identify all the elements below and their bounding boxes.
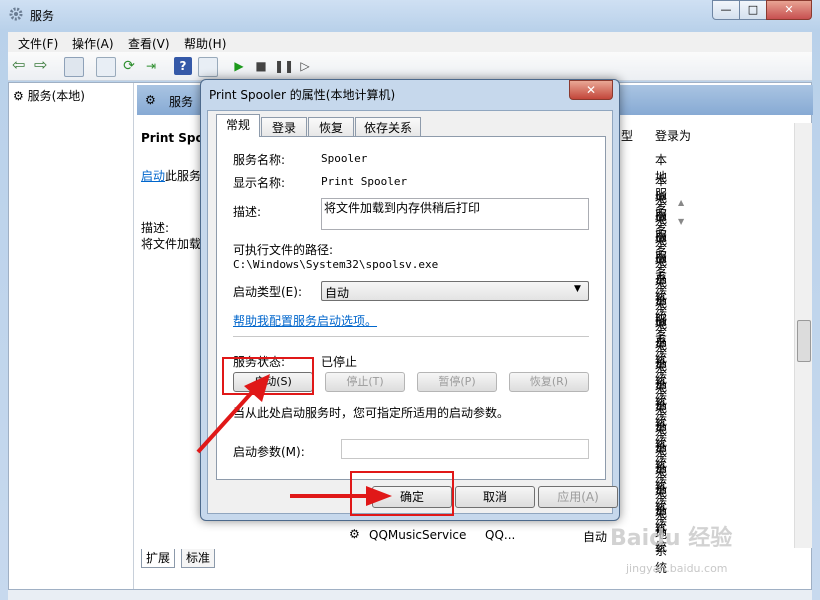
view-icon[interactable] bbox=[198, 57, 218, 77]
gear-icon bbox=[9, 7, 23, 21]
menu-bar: 文件(F) 操作(A) 查看(V) 帮助(H) bbox=[8, 32, 812, 52]
cancel-button[interactable]: 取消 bbox=[455, 486, 535, 508]
service-name-label: 服务名称: bbox=[233, 153, 286, 167]
vertical-scrollbar[interactable] bbox=[794, 123, 812, 548]
dialog-close-button[interactable]: ✕ bbox=[569, 80, 613, 100]
tab-standard[interactable]: 标准 bbox=[181, 549, 216, 568]
menu-file[interactable]: 文件(F) bbox=[18, 35, 58, 52]
minimize-button[interactable]: — bbox=[712, 0, 740, 20]
dialog-title: Print Spooler 的属性(本地计算机) bbox=[209, 88, 396, 102]
column-header-type[interactable]: 型 bbox=[621, 127, 633, 144]
startup-type-label: 启动类型(E): bbox=[233, 285, 302, 299]
display-name-label: 显示名称: bbox=[233, 176, 286, 190]
tab-extended[interactable]: 扩展 bbox=[141, 549, 176, 568]
toolbar: ⇦ ⇨ ⟳ ⇥ ? ▶ ■ ❚❚ ▷ bbox=[8, 52, 812, 81]
start-service-link[interactable]: 启动 bbox=[141, 169, 165, 183]
console-tree-icon[interactable] bbox=[64, 57, 84, 77]
description-label: 描述: bbox=[233, 205, 262, 219]
refresh-icon[interactable]: ⟳ bbox=[120, 57, 138, 75]
last-row-desc: QQ... bbox=[485, 528, 516, 542]
tab-logon[interactable]: 登录 bbox=[261, 117, 307, 137]
stop-icon[interactable]: ■ bbox=[252, 57, 270, 75]
pause-icon[interactable]: ❚❚ bbox=[274, 57, 294, 75]
resume-button[interactable]: 恢复(R) bbox=[509, 372, 589, 392]
description-value: 将文件加载到内存供稍后打印 bbox=[324, 201, 481, 215]
last-row-name: QQMusicService bbox=[369, 528, 467, 542]
start-params-input[interactable] bbox=[341, 439, 589, 459]
service-status-value: 已停止 bbox=[321, 355, 358, 369]
path-value: C:\Windows\System32\spoolsv.exe bbox=[233, 258, 439, 271]
scroll-down-icon[interactable]: ▼ bbox=[678, 217, 684, 226]
detail-header-title: 服务 bbox=[169, 95, 194, 109]
desc-label: 描述: bbox=[141, 221, 170, 235]
pause-button[interactable]: 暂停(P) bbox=[417, 372, 497, 392]
help-icon[interactable]: ? bbox=[174, 57, 192, 75]
arrow-annotation-2-icon bbox=[290, 486, 392, 506]
column-header-login[interactable]: 登录为 bbox=[655, 127, 691, 144]
startup-type-value: 自动 bbox=[325, 286, 350, 300]
tab-general[interactable]: 常规 bbox=[216, 114, 260, 137]
stop-button[interactable]: 停止(T) bbox=[325, 372, 405, 392]
maximize-button[interactable]: □ bbox=[739, 0, 767, 20]
last-row-startup: 自动 bbox=[583, 530, 608, 544]
chevron-down-icon: ▼ bbox=[574, 284, 581, 294]
menu-view[interactable]: 查看(V) bbox=[128, 35, 170, 52]
title-bar: 服务 — □ ✕ bbox=[0, 0, 820, 30]
service-gear-icon: ⚙ bbox=[349, 527, 360, 541]
tab-dependencies[interactable]: 依存关系 bbox=[355, 117, 421, 137]
desc-text: 将文件加载 bbox=[141, 237, 202, 251]
forward-arrow-icon[interactable]: ⇨ bbox=[34, 57, 52, 75]
menu-action[interactable]: 操作(A) bbox=[72, 35, 114, 52]
properties-icon[interactable] bbox=[96, 57, 116, 77]
play-icon[interactable]: ▶ bbox=[230, 57, 248, 75]
watermark-brand: Baidu 经验 bbox=[610, 526, 733, 551]
arrow-annotation-icon bbox=[196, 374, 270, 454]
description-box[interactable]: 将文件加载到内存供稍后打印 ▲ ▼ bbox=[321, 198, 684, 230]
start-service-text: 启动此服务 bbox=[141, 167, 201, 184]
scroll-up-icon[interactable]: ▲ bbox=[678, 198, 684, 207]
start-service-suffix: 此服务 bbox=[165, 169, 202, 183]
help-config-link[interactable]: 帮助我配置服务启动选项。 bbox=[233, 312, 377, 329]
close-button[interactable]: ✕ bbox=[766, 0, 812, 20]
service-name-value: Spooler bbox=[321, 152, 368, 165]
apply-button[interactable]: 应用(A) bbox=[538, 486, 618, 508]
display-name-value: Print Spooler bbox=[321, 175, 408, 188]
export-icon[interactable]: ⇥ bbox=[142, 57, 160, 75]
tree-item-label: 服务(本地) bbox=[27, 89, 85, 103]
separator bbox=[233, 336, 589, 337]
watermark-url: jingyan.baidu.com bbox=[626, 562, 728, 575]
back-arrow-icon[interactable]: ⇦ bbox=[12, 57, 30, 75]
startup-type-select[interactable]: 自动 ▼ bbox=[321, 281, 589, 301]
restart-icon[interactable]: ▷ bbox=[296, 57, 314, 75]
path-label: 可执行文件的路径: bbox=[233, 243, 334, 257]
tree-item-services-local[interactable]: ⚙ 服务(本地) bbox=[13, 87, 85, 104]
header-gear-icon: ⚙ bbox=[145, 93, 156, 107]
window-title: 服务 bbox=[30, 9, 55, 23]
menu-help[interactable]: 帮助(H) bbox=[184, 35, 226, 52]
tab-recovery[interactable]: 恢复 bbox=[308, 117, 354, 137]
console-tree: ⚙ 服务(本地) bbox=[9, 83, 134, 589]
description-scrollbar[interactable]: ▲ ▼ bbox=[677, 198, 689, 229]
scrollbar-thumb[interactable] bbox=[797, 320, 811, 362]
status-bar bbox=[8, 590, 812, 600]
